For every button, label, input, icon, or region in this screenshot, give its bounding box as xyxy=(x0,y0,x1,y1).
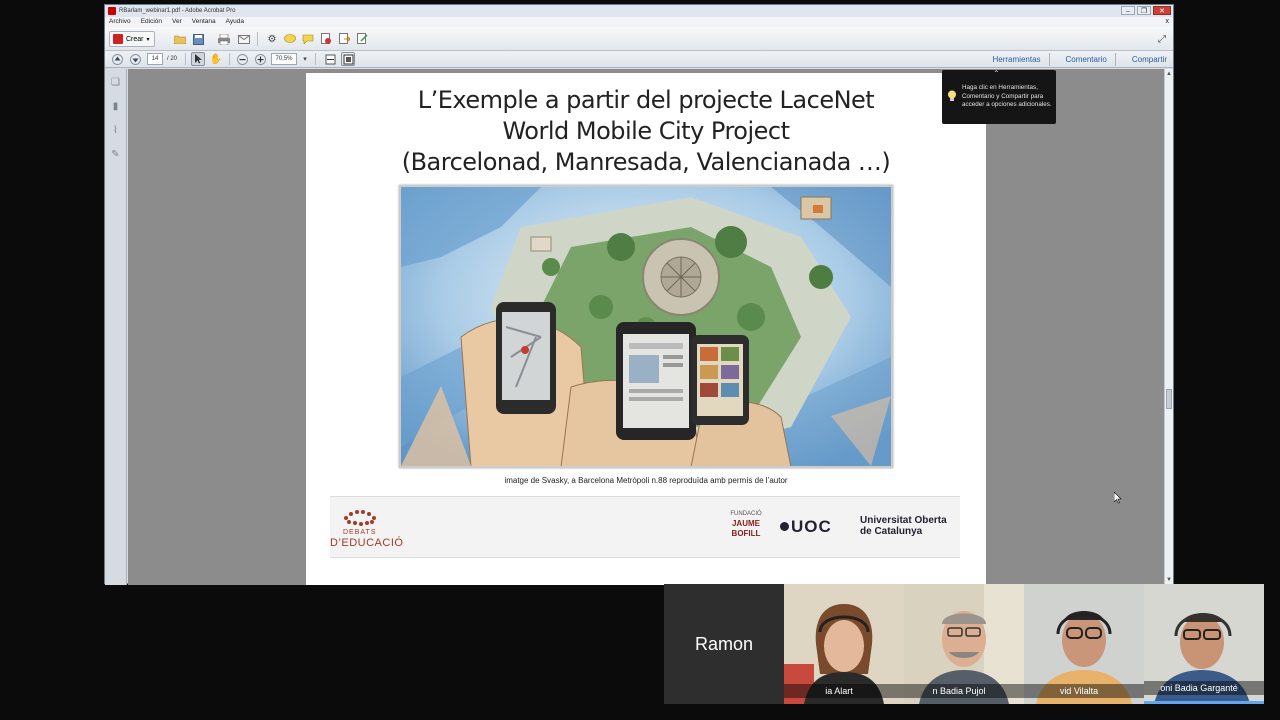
window-title: RBarlam_webinar1.pdf - Adobe Acrobat Pro xyxy=(119,8,236,14)
navigation-toolbar: 14 / 20 ✋ 70,5% ▾ Herramientas Comentari… xyxy=(105,51,1173,68)
document-area[interactable]: L’Exemple a partir del projecte LaceNet … xyxy=(128,69,1166,585)
acrobat-icon xyxy=(108,7,116,15)
image-caption: imatge de Svasky, a Barcelona Metròpoli … xyxy=(504,476,788,485)
fit-page-icon[interactable] xyxy=(341,52,355,66)
slide-footer: DEBATS D’EDUCACIÓ FUNDACIÓ JAUME BOFILL … xyxy=(330,496,960,558)
herramientas-link[interactable]: Herramientas xyxy=(993,53,1050,66)
create-icon xyxy=(113,34,123,44)
create-label: Crear xyxy=(126,35,144,43)
slide-title-line-1: L’Exemple a partir del projecte LaceNet xyxy=(417,86,875,114)
toolbar-divider xyxy=(185,53,186,65)
zoom-in-icon[interactable] xyxy=(253,52,267,66)
lightbulb-icon xyxy=(948,90,956,101)
select-cursor-icon[interactable] xyxy=(191,52,205,66)
hangout-participants-strip: Ramon ia Alart n Badia Pujol vid Vilalta… xyxy=(664,584,1264,704)
tooltip-caret-icon: ⌃ xyxy=(993,69,1000,78)
attachments-paperclip-icon[interactable]: ⌇ xyxy=(110,125,121,136)
participant-tile-selected[interactable]: oni Badia Garganté xyxy=(1144,584,1264,704)
scroll-up-icon[interactable]: ▲ xyxy=(1165,71,1173,77)
next-page-icon[interactable] xyxy=(128,52,142,66)
pdf-page: L’Exemple a partir del projecte LaceNet … xyxy=(306,73,986,585)
fundacio-line-2: JAUME xyxy=(731,519,760,528)
mouse-cursor-icon xyxy=(1114,492,1122,504)
slide-title-line-3: (Barcelonad, Manresada, Valencianada …) xyxy=(401,148,891,176)
zoom-input[interactable]: 70,5% xyxy=(271,53,297,65)
highlight-icon[interactable] xyxy=(301,32,315,46)
debats-educacio-logo: DEBATS D’EDUCACIÓ xyxy=(330,507,404,553)
watercolor-illustration-image xyxy=(399,185,893,468)
chevron-down-icon: ▾ xyxy=(146,36,150,43)
export-icon[interactable] xyxy=(337,32,351,46)
menu-ayuda[interactable]: Ayuda xyxy=(226,17,244,27)
share-icon[interactable] xyxy=(355,32,369,46)
participant-name: n Badia Pujol xyxy=(904,684,1024,698)
slide-title-line-2: World Mobile City Project xyxy=(502,117,790,145)
menu-ver[interactable]: Ver xyxy=(172,17,182,27)
fundacio-line-1: FUNDACIÓ xyxy=(730,511,762,517)
debats-line-1: DEBATS xyxy=(343,529,377,536)
open-folder-icon[interactable] xyxy=(173,32,187,46)
main-toolbar: Crear ▾ ⚙ ⤢ xyxy=(105,27,1173,51)
create-button[interactable]: Crear ▾ xyxy=(109,31,155,47)
scroll-down-icon[interactable]: ▼ xyxy=(1165,577,1173,583)
zoom-out-icon[interactable] xyxy=(235,52,249,66)
debats-line-2: D’EDUCACIÓ xyxy=(330,537,404,549)
hand-tool-icon[interactable]: ✋ xyxy=(209,52,223,66)
fundacio-line-3: BOFILL xyxy=(731,529,761,538)
uoc-mark: UOC xyxy=(780,517,832,537)
settings-gear-icon[interactable]: ⚙ xyxy=(265,32,279,46)
slide-title: L’Exemple a partir del projecte LaceNet … xyxy=(306,85,986,178)
comment-bubble-icon[interactable] xyxy=(283,32,297,46)
menu-ventana[interactable]: Ventana xyxy=(192,17,216,27)
signatures-icon[interactable]: ✎ xyxy=(110,149,121,160)
fundacio-jaume-bofill-logo: FUNDACIÓ JAUME BOFILL xyxy=(723,509,769,549)
screen: RBarlam_webinar1.pdf - Adobe Acrobat Pro… xyxy=(0,0,1280,720)
toolbar-divider xyxy=(229,53,230,65)
fit-width-icon[interactable] xyxy=(323,52,337,66)
page-thumbnails-icon[interactable]: ❏ xyxy=(110,77,121,88)
bookmarks-icon[interactable]: ▮ xyxy=(110,101,121,112)
close-button[interactable]: ✕ xyxy=(1153,6,1171,15)
email-icon[interactable] xyxy=(237,32,251,46)
toolbar-divider xyxy=(257,32,258,46)
uoc-logo: UOC Universitat Oberta de Catalunya xyxy=(780,511,960,541)
tooltip-text: Haga clic en Herramientas, Comentario y … xyxy=(962,84,1052,108)
participant-name: ia Alart xyxy=(784,684,904,698)
navigation-pane: ❏ ▮ ⌇ ✎ xyxy=(105,69,127,585)
title-bar: RBarlam_webinar1.pdf - Adobe Acrobat Pro… xyxy=(105,5,1173,17)
maximize-button[interactable]: ❐ xyxy=(1137,6,1151,15)
participant-tile[interactable]: vid Vilalta xyxy=(1024,584,1144,704)
print-icon[interactable] xyxy=(217,32,231,46)
page-number-input[interactable]: 14 xyxy=(147,53,163,65)
menu-edicion[interactable]: Edición xyxy=(141,17,162,27)
save-icon[interactable] xyxy=(191,32,205,46)
document-close-button[interactable]: x xyxy=(1166,17,1170,27)
menu-bar: Archivo Edición Ver Ventana Ayuda x xyxy=(105,17,1173,27)
toolbar-divider xyxy=(315,53,316,65)
tools-tooltip: ⌃ Haga clic en Herramientas, Comentario … xyxy=(942,69,1056,124)
active-speaker-name: Ramon xyxy=(694,633,754,654)
scrollbar-thumb[interactable] xyxy=(1166,389,1172,409)
participant-tile[interactable]: ia Alart xyxy=(784,584,904,704)
active-speaker-tile[interactable]: Ramon xyxy=(664,584,784,704)
compartir-link[interactable]: Compartir xyxy=(1132,53,1167,66)
comentario-link[interactable]: Comentario xyxy=(1066,53,1116,66)
page-total: / 20 xyxy=(167,56,178,62)
participant-name: oni Badia Garganté xyxy=(1144,681,1264,695)
menu-archivo[interactable]: Archivo xyxy=(109,17,131,27)
zoom-dropdown-chevron-icon[interactable]: ▾ xyxy=(298,52,312,66)
participant-tile[interactable]: n Badia Pujol xyxy=(904,584,1024,704)
participant-name: vid Vilalta xyxy=(1024,684,1144,698)
minimize-button[interactable]: – xyxy=(1121,6,1135,15)
window-controls: – ❐ ✕ xyxy=(1121,6,1171,15)
vertical-scrollbar[interactable]: ▲ ▼ xyxy=(1164,69,1173,585)
uoc-name: Universitat Oberta de Catalunya xyxy=(860,515,947,537)
panel-links: Herramientas Comentario Compartir xyxy=(993,53,1167,66)
expand-icon[interactable]: ⤢ xyxy=(1155,32,1169,46)
previous-page-icon[interactable] xyxy=(110,52,124,66)
sign-icon[interactable] xyxy=(319,32,333,46)
